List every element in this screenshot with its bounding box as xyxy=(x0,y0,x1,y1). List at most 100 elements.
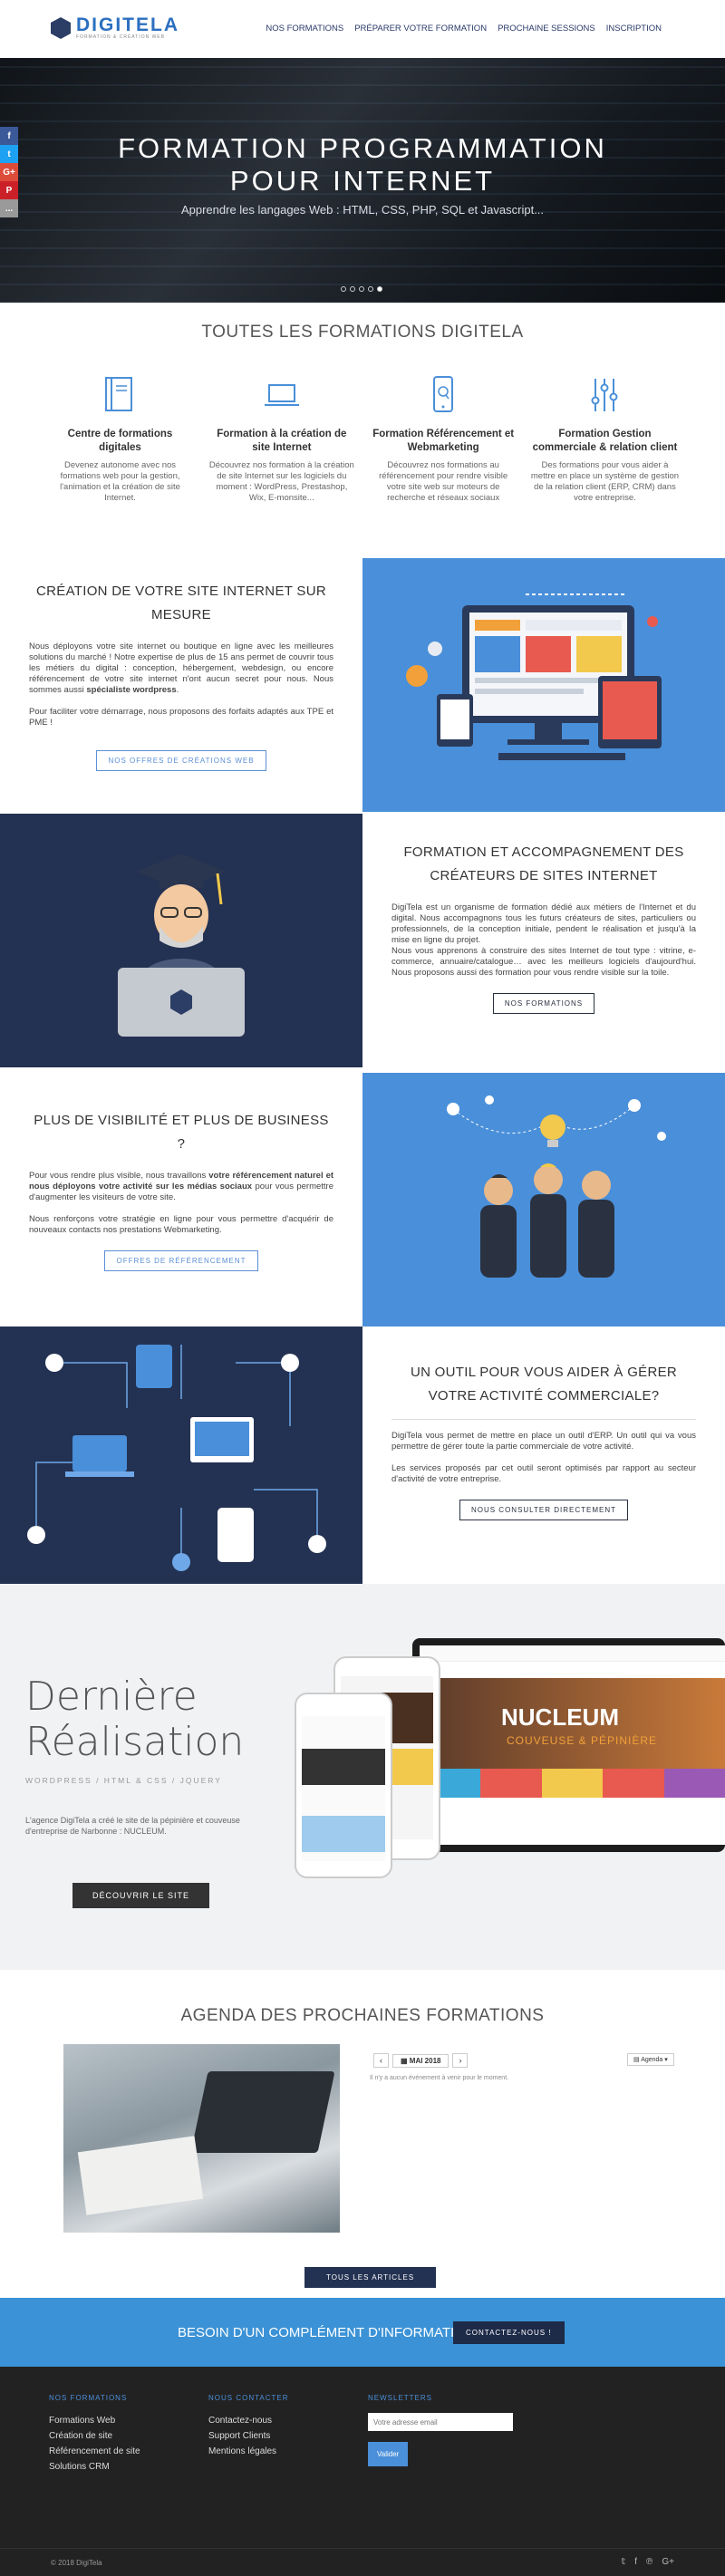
nav-nos-formations[interactable]: NOS FORMATIONS xyxy=(266,24,343,34)
accompagnement-text: DigiTela est un organisme de formation d… xyxy=(392,902,696,979)
phone-tile xyxy=(302,1816,385,1852)
mock-brand: NUCLEUM xyxy=(501,1703,619,1731)
creation-p2: Pour faciliter votre démarrage, nous pro… xyxy=(29,707,334,728)
hero-slider: FORMATION PROGRAMMATION POUR INTERNET Ap… xyxy=(0,58,725,303)
facebook-icon[interactable]: f xyxy=(634,2557,637,2567)
creation-offers-button[interactable]: NOS OFFRES DE CRÉATIONS WEB xyxy=(96,750,266,771)
slider-dot-active[interactable] xyxy=(377,286,382,292)
laptop-screen: NUCLEUM COUVEUSE & PÉPINIÈRE xyxy=(420,1645,725,1845)
logo-hex-icon xyxy=(51,17,71,39)
card-text: Découvrez nos formations au référencemen… xyxy=(379,460,508,503)
site-footer: NOS FORMATIONS Formations Web Création d… xyxy=(0,2367,725,2576)
card-title: Formation Gestion commerciale & relation… xyxy=(532,429,678,453)
all-articles-button[interactable]: TOUS LES ARTICLES xyxy=(304,2267,437,2288)
slider-dot[interactable] xyxy=(341,286,346,292)
consulter-button[interactable]: NOUS CONSULTER DIRECTEMENT xyxy=(459,1500,629,1520)
photo-laptop xyxy=(190,2071,335,2153)
outil-divider xyxy=(392,1419,696,1420)
footer-divider xyxy=(0,2548,725,2549)
more-share-icon[interactable]: ... xyxy=(0,199,18,217)
pinterest-icon[interactable]: P xyxy=(0,181,18,199)
phone-screen xyxy=(302,1716,385,1861)
creation-p1-bold: spécialiste wordpress xyxy=(86,685,177,695)
contact-button[interactable]: CONTACTEZ-NOUS ! xyxy=(453,2321,565,2344)
footer-social: 𝕥 f ℗ G+ xyxy=(622,2557,674,2567)
formation-card[interactable]: Formation Référencement et Webmarketing … xyxy=(369,371,518,504)
pinterest-icon[interactable]: ℗ xyxy=(646,2557,652,2567)
formation-card[interactable]: Centre de formations digitales Devenez a… xyxy=(45,371,195,504)
logo-subtitle: FORMATION & CRÉATION WEB xyxy=(76,34,165,40)
realisation-text: L'agence DigiTela a créé le site de la p… xyxy=(25,1816,240,1836)
tablet-tile xyxy=(388,1749,433,1785)
footer-col-formations: NOS FORMATIONS Formations Web Création d… xyxy=(49,2390,140,2475)
formations-title: TOUTES LES FORMATIONS DIGITELA xyxy=(201,323,524,342)
card-title: Centre de formations digitales xyxy=(67,429,173,453)
cta-banner: BESOIN D'UN COMPLÉMENT D'INFORMATION ? C… xyxy=(0,2298,725,2367)
card-text: Devenez autonome avec nos formations web… xyxy=(60,460,180,503)
creation-section: CRÉATION DE VOTRE SITE INTERNET SUR MESU… xyxy=(0,580,362,771)
mock-banner: NUCLEUM COUVEUSE & PÉPINIÈRE xyxy=(420,1678,725,1769)
accompagnement-p2: Nous vous apprenons à construire des sit… xyxy=(392,946,696,978)
prev-month-button[interactable]: ‹ xyxy=(373,2053,389,2068)
formation-card[interactable]: Formation Gestion commerciale & relation… xyxy=(530,371,680,504)
footer-link[interactable]: Mentions légales xyxy=(208,2444,289,2459)
month-selector[interactable]: ▦ MAI 2018 xyxy=(392,2053,450,2068)
realisation-title: Dernière Réalisation xyxy=(25,1674,244,1765)
google-plus-icon[interactable]: G+ xyxy=(662,2557,674,2567)
view-selector[interactable]: ▤ Agenda ▾ xyxy=(627,2053,674,2066)
slider-dot[interactable] xyxy=(359,286,364,292)
card-text: Découvrez nos formation à la création de… xyxy=(208,460,354,503)
web-design-illustration xyxy=(362,558,725,812)
nav-prochaine-sessions[interactable]: PROCHAINE SESSIONS xyxy=(498,24,595,34)
slider-dot[interactable] xyxy=(368,286,373,292)
laptop-mockup: NUCLEUM COUVEUSE & PÉPINIÈRE xyxy=(412,1638,725,1852)
cta-text: BESOIN D'UN COMPLÉMENT D'INFORMATION ? xyxy=(178,2325,487,2340)
business-team-illustration xyxy=(362,1073,725,1327)
discover-site-button[interactable]: DÉCOUVRIR LE SITE xyxy=(72,1883,210,1908)
facebook-icon[interactable]: f xyxy=(0,127,18,145)
footer-link[interactable]: Formations Web xyxy=(49,2413,140,2428)
footer-link[interactable]: Solutions CRM xyxy=(49,2459,140,2475)
slider-dots xyxy=(341,286,382,292)
footer-heading: NEWSLETTERS xyxy=(368,2394,433,2402)
outil-text: DigiTela vous permet de mettre en place … xyxy=(392,1431,696,1485)
slider-dot[interactable] xyxy=(350,286,355,292)
outil-section: UN OUTIL POUR VOUS AIDER À GÉRER VOTRE A… xyxy=(362,1361,725,1520)
mock-color-strip xyxy=(420,1769,725,1798)
logo-text: DIGITELA xyxy=(76,14,179,35)
referencement-offers-button[interactable]: OFFRES DE RÉFÉRENCEMENT xyxy=(104,1250,258,1271)
creation-text: Nous déployons votre site internet ou bo… xyxy=(29,642,334,728)
footer-link[interactable]: Support Clients xyxy=(208,2428,289,2444)
accompagnement-section: FORMATION ET ACCOMPAGNEMENT DES CRÉATEUR… xyxy=(362,841,725,1014)
newsletter-email-input[interactable] xyxy=(368,2413,513,2431)
footer-link[interactable]: Référencement de site xyxy=(49,2444,140,2459)
newsletter-submit-button[interactable]: Valider xyxy=(368,2442,409,2466)
nav-preparer-formation[interactable]: PRÉPARER VOTRE FORMATION xyxy=(354,24,487,34)
formation-card[interactable]: Formation à la création de site Internet… xyxy=(207,371,356,504)
footer-col-newsletter: NEWSLETTERS Valider xyxy=(368,2390,513,2466)
next-month-button[interactable]: › xyxy=(452,2053,469,2068)
outil-title: UN OUTIL POUR VOUS AIDER À GÉRER VOTRE A… xyxy=(410,1365,678,1404)
twitter-icon[interactable]: 𝕥 xyxy=(622,2557,626,2567)
twitter-icon[interactable]: t xyxy=(0,145,18,163)
realisation-tags: WORDPRESS / HTML & CSS / JQUERY xyxy=(25,1776,222,1785)
network-illustration xyxy=(0,1327,362,1584)
nav-inscription[interactable]: INSCRIPTION xyxy=(606,24,662,34)
hero-subtitle: Apprendre les langages Web : HTML, CSS, … xyxy=(180,203,545,217)
site-header: DIGITELA FORMATION & CRÉATION WEB NOS FO… xyxy=(0,0,725,58)
card-title: Formation à la création de site Internet xyxy=(217,429,347,453)
footer-link[interactable]: Création de site xyxy=(49,2428,140,2444)
visibilite-title: PLUS DE VISIBILITÉ ET PLUS DE BUSINESS ? xyxy=(34,1113,329,1152)
footer-link[interactable]: Contactez-nous xyxy=(208,2413,289,2428)
accompagnement-title: FORMATION ET ACCOMPAGNEMENT DES CRÉATEUR… xyxy=(403,844,684,883)
main-nav: NOS FORMATIONS PRÉPARER VOTRE FORMATION … xyxy=(266,24,662,34)
google-plus-icon[interactable]: G+ xyxy=(0,163,18,181)
card-text: Des formations pour vous aider à mettre … xyxy=(530,460,680,503)
hero-title: FORMATION PROGRAMMATION POUR INTERNET xyxy=(0,132,725,198)
phone-mockup xyxy=(295,1693,392,1878)
logo[interactable]: DIGITELA FORMATION & CRÉATION WEB xyxy=(51,14,179,40)
nos-formations-button[interactable]: NOS FORMATIONS xyxy=(492,993,595,1014)
agenda-photo xyxy=(63,2044,340,2233)
agenda-empty-message: Il n'y a aucun événement à venir pour le… xyxy=(370,2075,509,2081)
hero-title-line2: POUR INTERNET xyxy=(229,165,496,197)
